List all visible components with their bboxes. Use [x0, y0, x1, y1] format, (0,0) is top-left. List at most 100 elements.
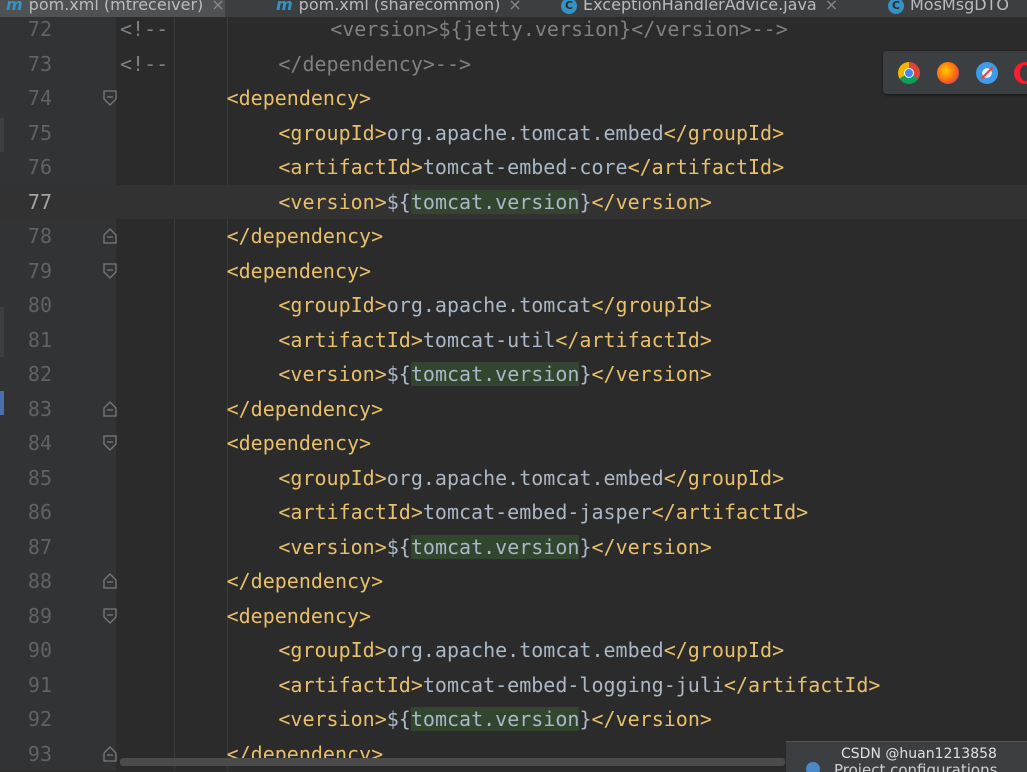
code-line[interactable]: 85 <groupId>org.apache.tomcat.embed</grou…: [0, 461, 1027, 495]
fold-close-icon[interactable]: [103, 573, 117, 589]
xml-tag: <dependency>: [226, 603, 372, 628]
notification-popup: Project configurations CSDN @huan1213858: [786, 741, 1027, 772]
line-number: 81: [27, 327, 52, 352]
xml-tag: </version>: [591, 189, 712, 214]
code-text: </dependency>: [227, 392, 384, 426]
code-line[interactable]: 92 <version>${tomcat.version}</version>: [0, 702, 1027, 736]
code-line[interactable]: 84 <dependency>: [0, 426, 1027, 460]
code-text: <version>${tomcat.version}</version>: [278, 185, 712, 219]
fold-close-icon[interactable]: [103, 400, 117, 417]
xml-tag: </groupId>: [663, 120, 785, 145]
line-number: 92: [27, 707, 52, 731]
code-line[interactable]: 81 <artifactId>tomcat-util</artifactId>: [0, 323, 1027, 357]
line-number: 79: [27, 258, 52, 283]
xml-value: tomcat-embed-jasper: [422, 500, 652, 524]
code-line[interactable]: 86 <artifactId>tomcat-embed-jasper</artif…: [0, 495, 1027, 529]
code-text: <groupId>org.apache.tomcat.embed</groupI…: [278, 633, 784, 667]
xml-tag: <groupId>: [278, 465, 387, 490]
xml-value: org.apache.tomcat: [386, 293, 592, 317]
xml-tag: </dependency>: [226, 224, 384, 248]
chrome-icon[interactable]: [898, 62, 920, 84]
xml-tag: </version>: [591, 362, 712, 386]
xml-tag: <artifactId>: [278, 500, 423, 524]
opera-icon[interactable]: [1014, 62, 1027, 84]
code-text: <version>${tomcat.version}</version>: [278, 357, 712, 391]
code-text: </dependency>-->: [278, 47, 471, 81]
xml-tag: </groupId>: [663, 465, 785, 490]
line-number: 84: [27, 431, 52, 455]
code-line[interactable]: 76 <artifactId>tomcat-embed-core</artifac…: [0, 150, 1027, 184]
fold-close-icon[interactable]: [103, 228, 117, 244]
comment-marker: <!--: [120, 51, 169, 76]
code-line[interactable]: 78 </dependency>: [0, 219, 1027, 253]
fold-open-icon[interactable]: [103, 435, 117, 451]
line-number: 83: [27, 396, 52, 421]
line-number: 72: [27, 17, 52, 41]
code-line[interactable]: 72 <!-- <version>${jetty.version}</version…: [0, 12, 1027, 46]
comment-text: <version>${jetty.version}</version>-->: [330, 17, 788, 41]
xml-tag: <dependency>: [226, 86, 372, 110]
code-line[interactable]: 91 <artifactId>tomcat-embed-logging-juli<…: [0, 668, 1027, 702]
xml-value: }: [579, 707, 592, 731]
comment-text: </dependency>-->: [278, 51, 472, 76]
xml-value: org.apache.tomcat.embed: [386, 638, 664, 662]
safari-icon[interactable]: [976, 62, 998, 84]
xml-tag: <groupId>: [278, 120, 387, 145]
code-text: <dependency>: [227, 426, 372, 460]
xml-value: ${: [386, 362, 411, 386]
highlighted-property: tomcat.version: [410, 534, 580, 559]
line-number: 74: [27, 86, 52, 110]
line-number: 78: [27, 224, 52, 248]
code-line[interactable]: 77 <version>${tomcat.version}</version>: [0, 184, 1027, 219]
line-number: 75: [27, 120, 52, 145]
xml-tag: <version>: [278, 534, 387, 559]
code-line[interactable]: 75 <groupId>org.apache.tomcat.embed</grou…: [0, 116, 1027, 150]
xml-tag: </groupId>: [663, 638, 785, 662]
code-line[interactable]: 74 <dependency>: [0, 81, 1027, 115]
xml-tag: <version>: [278, 189, 387, 214]
fold-open-icon[interactable]: [103, 262, 117, 279]
fold-close-icon[interactable]: [103, 745, 117, 762]
xml-value: }: [579, 189, 592, 214]
xml-tag: <version>: [278, 707, 387, 731]
code-text: <dependency>: [227, 254, 372, 288]
xml-value: tomcat-embed-logging-juli: [422, 672, 724, 697]
code-text: <groupId>org.apache.tomcat</groupId>: [278, 288, 712, 322]
line-number: 86: [27, 500, 52, 524]
comment-marker: <!--: [120, 17, 169, 41]
code-line[interactable]: 82 <version>${tomcat.version}</version>: [0, 357, 1027, 391]
line-number: 77: [27, 189, 52, 214]
highlighted-property: tomcat.version: [410, 707, 580, 731]
code-line[interactable]: 90 <groupId>org.apache.tomcat.embed</grou…: [0, 633, 1027, 667]
code-text: <groupId>org.apache.tomcat.embed</groupI…: [278, 116, 784, 150]
xml-tag: <artifactId>: [278, 155, 423, 179]
code-text: <dependency>: [227, 599, 372, 633]
code-line[interactable]: 80 <groupId>org.apache.tomcat</groupId>: [0, 288, 1027, 322]
code-line[interactable]: 79 <dependency>: [0, 254, 1027, 288]
code-text: </dependency>: [227, 219, 384, 253]
code-text: <version>${tomcat.version}</version>: [278, 702, 712, 736]
xml-tag: </artifactId>: [627, 155, 785, 179]
code-line[interactable]: 83 </dependency>: [0, 392, 1027, 426]
firefox-icon[interactable]: [937, 62, 959, 84]
code-text: <artifactId>tomcat-embed-jasper</artifac…: [278, 495, 808, 529]
xml-value: tomcat-util: [422, 327, 556, 352]
highlighted-property: tomcat.version: [410, 362, 580, 386]
code-text: <dependency>: [227, 81, 372, 115]
fold-open-icon[interactable]: [103, 607, 117, 624]
xml-tag: <groupId>: [278, 638, 387, 662]
xml-tag: </groupId>: [591, 293, 712, 317]
browser-preview-popup: [883, 51, 1027, 94]
xml-tag: </artifactId>: [555, 327, 712, 352]
horizontal-scrollbar[interactable]: [120, 758, 785, 766]
notification-text[interactable]: Project configurations: [834, 761, 997, 772]
line-number: 80: [27, 293, 52, 317]
line-number: 87: [27, 534, 52, 559]
fold-open-icon[interactable]: [103, 90, 117, 106]
code-line[interactable]: 73 <!-- </dependency>-->: [0, 47, 1027, 81]
code-line[interactable]: 87 <version>${tomcat.version}</version>: [0, 530, 1027, 564]
line-number: 93: [27, 741, 52, 766]
code-line[interactable]: 88 </dependency>: [0, 564, 1027, 598]
line-number: 89: [27, 603, 52, 628]
code-line[interactable]: 89 <dependency>: [0, 599, 1027, 633]
